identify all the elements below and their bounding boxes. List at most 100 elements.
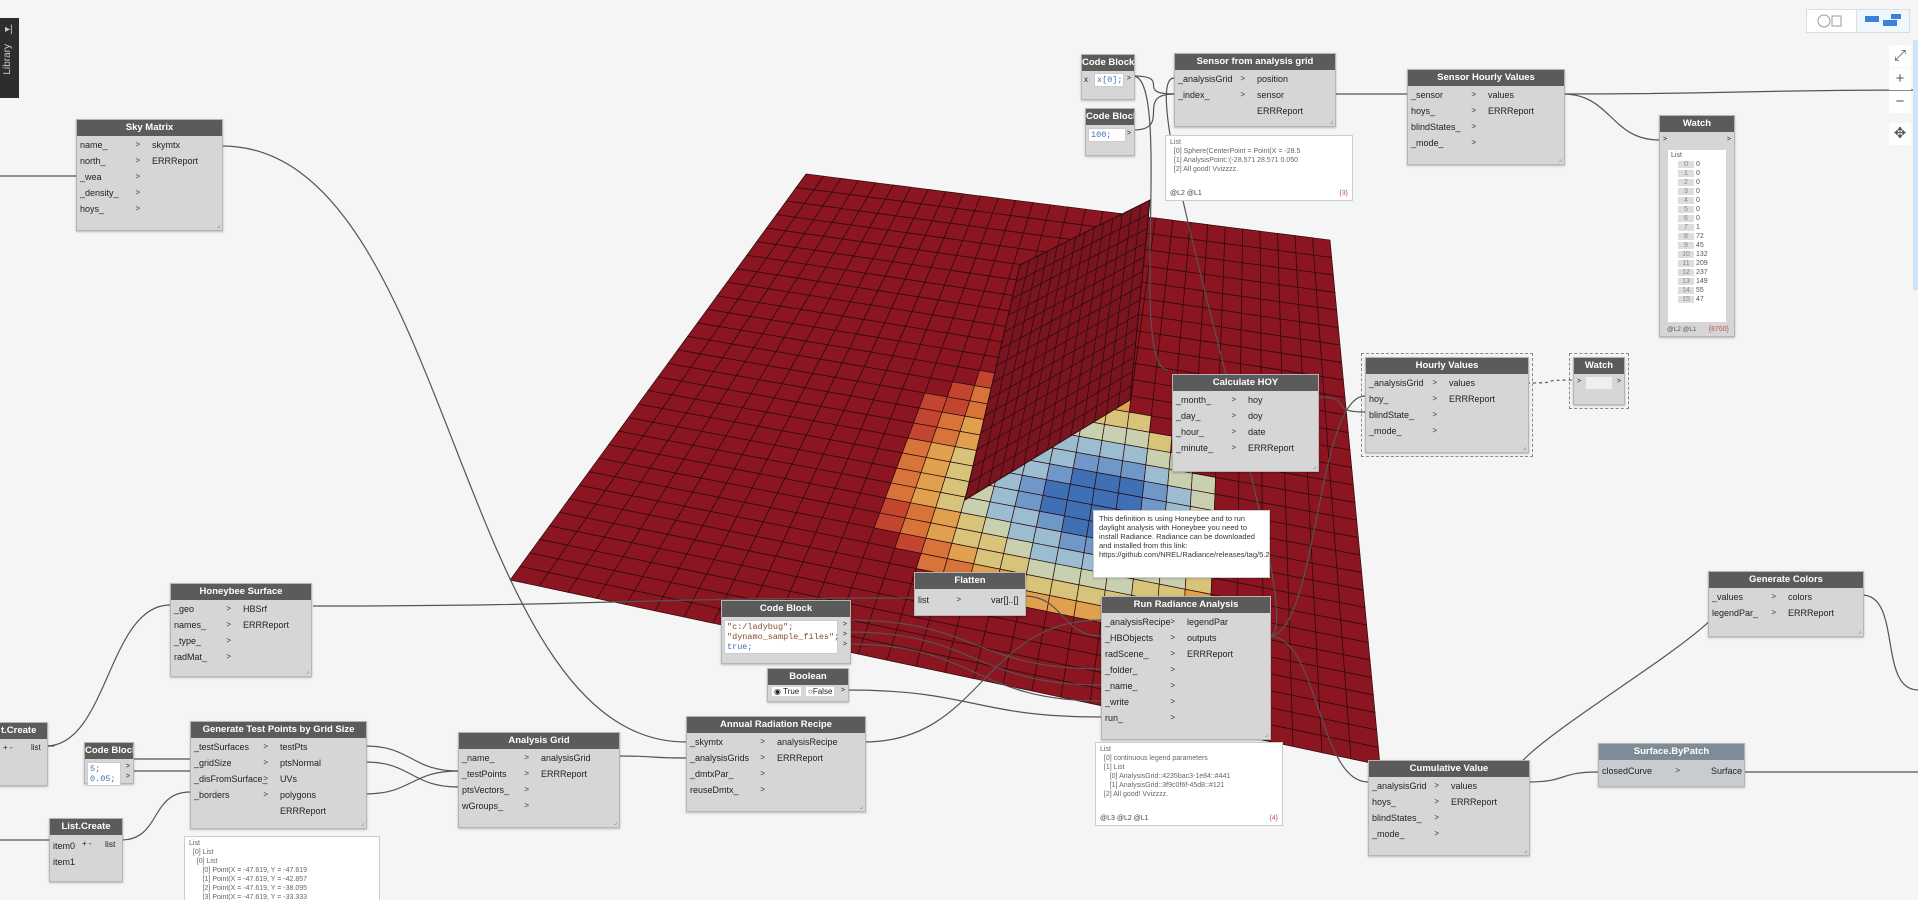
input-port-hoys[interactable]: hoys_ >: [1408, 104, 1480, 118]
wire[interactable]: [863, 619, 1102, 743]
output-port-sensor[interactable]: sensor: [1257, 88, 1335, 102]
node-sky-matrix[interactable]: Sky Matrix name_ > north_ > _wea > _density_ > ho…: [76, 119, 223, 231]
wire[interactable]: [1562, 93, 1660, 141]
node-title[interactable]: Sensor Hourly Values: [1408, 70, 1564, 86]
input-port-mode[interactable]: _mode_ >: [1369, 827, 1443, 841]
output-port-var[interactable]: var[]..[]: [991, 593, 1019, 607]
output-port-errreport[interactable]: ERRReport: [243, 618, 311, 632]
radio-false[interactable]: ○False: [806, 687, 835, 696]
wire[interactable]: [1562, 89, 1918, 95]
input-port[interactable]: >: [1663, 136, 1667, 143]
resize-grip-icon[interactable]: ⌟: [1265, 730, 1268, 738]
input-port-name[interactable]: _name_ >: [1102, 679, 1179, 693]
node-title[interactable]: Run Radiance Analysis: [1102, 597, 1270, 613]
node-code-block-grid[interactable]: Code Block 5; 0.05; > >: [84, 742, 134, 786]
wire[interactable]: [617, 755, 687, 759]
output-port[interactable]: >: [1617, 378, 1621, 385]
input-port-type[interactable]: _type_ >: [171, 634, 235, 648]
input-port-analysisgrids[interactable]: _analysisGrids >: [687, 751, 769, 765]
output-port[interactable]: >: [126, 773, 130, 780]
output-port-errreport[interactable]: ERRReport: [1449, 392, 1528, 406]
wire[interactable]: [364, 761, 459, 788]
node-title[interactable]: Code Block: [722, 601, 850, 617]
output-port-errreport[interactable]: ERRReport: [152, 154, 222, 168]
input-port-hoy[interactable]: hoy_ >: [1366, 392, 1441, 406]
input-port-gridsize[interactable]: _gridSize >: [191, 756, 272, 770]
input-port-day[interactable]: _day_ >: [1173, 409, 1240, 423]
input-port-density[interactable]: _density_ >: [77, 186, 144, 200]
resize-grip-icon[interactable]: ⌟: [1524, 846, 1527, 854]
input-port-folder[interactable]: _folder_ >: [1102, 663, 1179, 677]
graph-canvas[interactable]: ▸| Library ⤢ + − ✥ Sky Matrix name_ > north…: [0, 0, 1918, 900]
pan-icon[interactable]: ✥: [1889, 123, 1911, 145]
output-port-errreport[interactable]: ERRReport: [1187, 647, 1270, 661]
node-code-block-100[interactable]: Code Block 100; >: [1085, 108, 1135, 156]
output-port[interactable]: >: [126, 763, 130, 770]
input-port-name[interactable]: name_ >: [77, 138, 144, 152]
input-port-wgroups[interactable]: wGroups_ >: [459, 799, 533, 813]
input-port-skymtx[interactable]: _skymtx >: [687, 735, 769, 749]
add-remove-buttons[interactable]: + -: [82, 839, 92, 848]
output-port-hbsrf[interactable]: HBSrf: [243, 602, 311, 616]
node-list-create-bottom[interactable]: List.Create item0 item1 + - list: [49, 818, 123, 882]
output-port-position[interactable]: position: [1257, 72, 1335, 86]
input-port-values[interactable]: _values >: [1709, 590, 1780, 604]
resize-grip-icon[interactable]: ⌟: [1858, 627, 1861, 635]
output-port[interactable]: >: [843, 641, 847, 648]
node-title[interactable]: Hourly Values: [1366, 358, 1528, 374]
input-port-reusedmtx[interactable]: reuseDmtx_ >: [687, 783, 769, 797]
node-title[interactable]: Generate Test Points by Grid Size: [191, 722, 366, 738]
node-analysis-grid[interactable]: Analysis Grid _name_ > _testPoints > ptsVecto…: [458, 732, 620, 828]
input-port-names[interactable]: names_ >: [171, 618, 235, 632]
node-watch-small[interactable]: Watch > >: [1569, 353, 1629, 409]
input-port-analysisgrid[interactable]: _analysisGrid >: [1175, 72, 1249, 86]
wire[interactable]: [846, 689, 1102, 718]
node-title[interactable]: Boolean: [768, 669, 848, 685]
output-port-errreport[interactable]: ERRReport: [777, 751, 865, 765]
input-port[interactable]: >: [1577, 378, 1581, 385]
node-code-block-paths[interactable]: Code Block "c:/ladybug"; "dynamo_sample_fi…: [721, 600, 851, 664]
output-port-doy[interactable]: doy: [1248, 409, 1318, 423]
input-port-radscene[interactable]: radScene_ >: [1102, 647, 1179, 661]
zoom-in-icon[interactable]: +: [1889, 68, 1911, 90]
input-port-hoys[interactable]: hoys_ >: [77, 202, 144, 216]
output-port-analysisgrid[interactable]: analysisGrid: [541, 751, 619, 765]
input-port-closedcurve[interactable]: closedCurve >: [1599, 764, 1684, 778]
watch-list[interactable]: List 0 01 02 03 04 05 06 07 18 72 9 45 10 1…: [1668, 150, 1726, 322]
input-port-index[interactable]: _index_ >: [1175, 88, 1249, 102]
node-title[interactable]: List.Create: [50, 819, 122, 835]
input-port-analysisgrid[interactable]: _analysisGrid >: [1366, 376, 1441, 390]
resize-grip-icon[interactable]: ⌟: [1559, 155, 1562, 163]
node-title[interactable]: Honeybee Surface: [171, 584, 311, 600]
node-flatten[interactable]: Flatten list > var[]..[]: [914, 572, 1026, 616]
input-port-hbobjects[interactable]: _HBObjects >: [1102, 631, 1179, 645]
code-editor[interactable]: 100;: [1088, 128, 1126, 142]
input-port-minute[interactable]: _minute_ >: [1173, 441, 1240, 455]
output-port[interactable]: >: [843, 631, 847, 638]
input-port-geo[interactable]: _geo >: [171, 602, 235, 616]
preview-bubble-testpts[interactable]: List [0] List [0] List [0] Point(X = -47…: [184, 836, 380, 900]
preview-bubble-sensor[interactable]: List [0] Sphere(CenterPoint = Point(X = …: [1165, 135, 1353, 201]
input-port-north[interactable]: north_ >: [77, 154, 144, 168]
node-title[interactable]: Code Block: [1082, 55, 1134, 71]
output-port-analysisrecipe[interactable]: analysisRecipe: [777, 735, 865, 749]
output-port-errreport[interactable]: ERRReport: [1451, 795, 1529, 809]
node-list-create-top[interactable]: t.Create + - list: [0, 722, 48, 786]
output-port-skymtx[interactable]: skymtx: [152, 138, 222, 152]
output-port[interactable]: >: [843, 621, 847, 628]
node-hourly-values[interactable]: Hourly Values _analysisGrid > hoy_ > blindSta…: [1361, 353, 1533, 457]
input-port-list[interactable]: list >: [915, 593, 965, 607]
input-port-analysisrecipe[interactable]: _analysisRecipe >: [1102, 615, 1179, 629]
library-toggle-icon[interactable]: ▸|: [5, 24, 13, 35]
input-port-x[interactable]: x: [1084, 75, 1088, 84]
node-annual-recipe[interactable]: Annual Radiation Recipe _skymtx > _analysis…: [686, 716, 866, 812]
node-title[interactable]: Annual Radiation Recipe: [687, 717, 865, 733]
input-port-ptsvectors[interactable]: ptsVectors_ >: [459, 783, 533, 797]
wire[interactable]: [1023, 595, 1102, 637]
input-port-hour[interactable]: _hour_ >: [1173, 425, 1240, 439]
input-port-item1[interactable]: item1: [50, 855, 80, 869]
wire[interactable]: [848, 643, 1102, 702]
output-port-list[interactable]: list: [105, 839, 115, 849]
output-port-errreport[interactable]: ERRReport: [280, 804, 366, 818]
node-surface-bypatch[interactable]: Surface.ByPatch closedCurve > Surface: [1598, 743, 1745, 787]
